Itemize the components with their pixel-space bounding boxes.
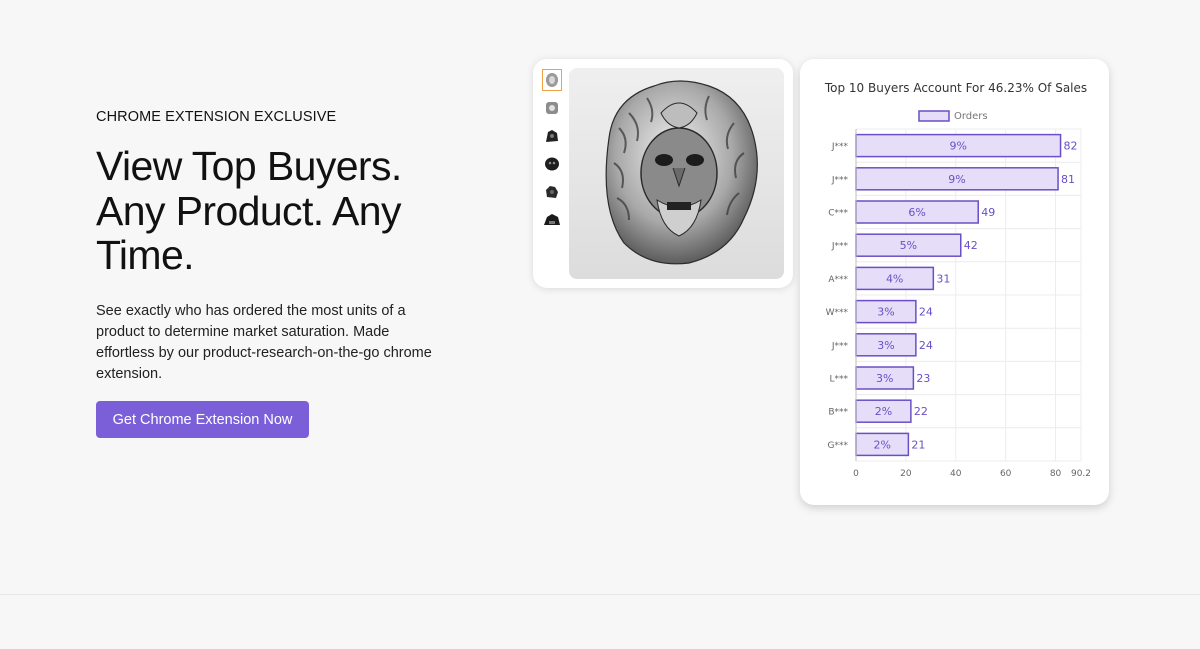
x-tick-label: 20 [900,469,912,479]
chart-title: Top 10 Buyers Account For 46.23% Of Sale… [824,81,1087,95]
bar-value-label: 24 [919,339,933,352]
bar-percent-label: 2% [875,405,892,418]
hero-description: See exactly who has ordered the most uni… [96,303,432,382]
x-tick-label: 0 [853,469,859,479]
y-tick-label: A*** [828,275,848,285]
eyebrow-label: CHROME EXTENSION EXCLUSIVE [96,109,337,125]
bar-value-label: 42 [964,239,978,252]
y-tick-label: L*** [829,375,848,385]
x-tick-label: 80 [1050,469,1062,479]
bar-percent-label: 2% [873,438,890,451]
bar-value-label: 31 [936,272,950,285]
section-divider [0,594,1200,595]
ring-thumbnail-5[interactable] [542,181,562,203]
y-tick-label: J*** [831,341,849,351]
top-buyers-chart-card: Top 10 Buyers Account For 46.23% Of Sale… [800,59,1109,505]
y-tick-label: J*** [831,242,849,252]
legend-swatch [918,110,950,122]
y-tick-label: G*** [828,441,849,451]
product-image-card [533,59,793,288]
lion-head-ring-icon [569,68,784,279]
bar-value-label: 49 [981,206,995,219]
bar-value-label: 22 [914,405,928,418]
y-tick-label: J*** [831,142,849,152]
get-chrome-extension-button[interactable]: Get Chrome Extension Now [96,401,309,438]
ring-thumbnail-4[interactable] [542,153,562,175]
bar-percent-label: 3% [876,372,893,385]
ring-thumbnail-6[interactable] [542,209,562,231]
x-tick-label: 90.2 [1071,469,1091,479]
top-buyers-chart: Top 10 Buyers Account For 46.23% Of Sale… [824,81,1091,479]
y-tick-label: B*** [828,408,848,418]
page-headline: View Top Buyers. Any Product. Any Time. [96,144,466,278]
bar-percent-label: 6% [908,206,925,219]
headline-line: Time. [96,232,195,278]
bar-value-label: 23 [916,372,930,385]
ring-thumbnail-2[interactable] [542,97,562,119]
bar-percent-label: 4% [886,272,903,285]
thumbnail-list [542,69,564,237]
x-tick-label: 40 [950,469,962,479]
headline-line: View Top Buyers. [96,143,402,189]
product-main-image [569,68,784,279]
bar-value-label: 81 [1061,173,1075,186]
ring-thumbnail-3[interactable] [542,125,562,147]
y-tick-label: J*** [831,175,849,185]
y-tick-label: C*** [828,209,848,219]
bar-value-label: 24 [919,306,933,319]
bar-value-label: 21 [911,438,925,451]
bar-percent-label: 3% [877,306,894,319]
bar-percent-label: 9% [948,173,965,186]
y-tick-label: W*** [826,308,849,318]
bar-percent-label: 3% [877,339,894,352]
bar-value-label: 82 [1064,140,1078,153]
bar-percent-label: 9% [950,140,967,153]
legend-label: Orders [954,111,988,122]
ring-thumbnail-1[interactable] [542,69,562,91]
headline-line: Any Product. Any [96,187,402,234]
bar-percent-label: 5% [900,239,917,252]
x-tick-label: 60 [1000,469,1012,479]
